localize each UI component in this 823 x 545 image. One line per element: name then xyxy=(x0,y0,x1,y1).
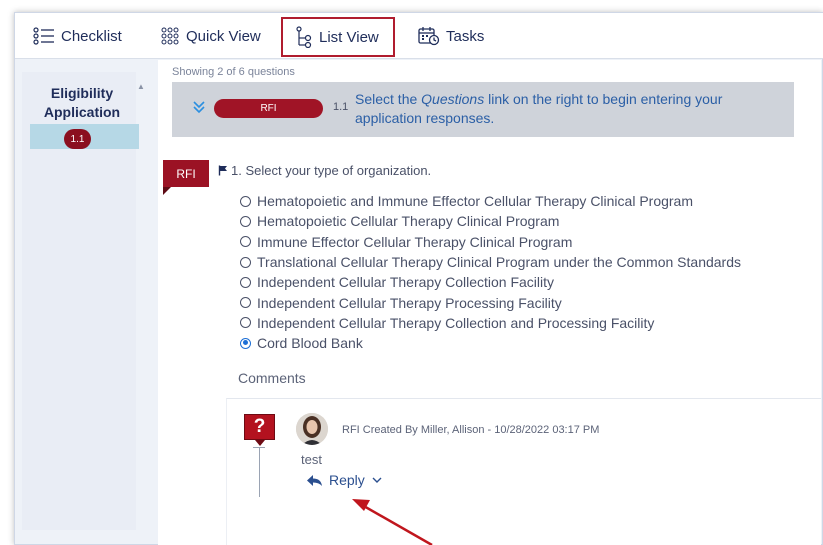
option-label: Independent Cellular Therapy Collection … xyxy=(257,274,555,291)
radio-unchecked-icon[interactable] xyxy=(240,297,251,309)
showing-count: Showing 2 of 6 questions xyxy=(172,66,295,78)
option-label: Translational Cellular Therapy Clinical … xyxy=(257,254,742,271)
option-label: Independent Cellular Therapy Processing … xyxy=(257,294,562,311)
reply-arrow-icon xyxy=(307,474,322,486)
radio-unchecked-icon[interactable] xyxy=(240,195,251,207)
tree-icon xyxy=(296,26,312,48)
avatar xyxy=(296,413,328,445)
banner-message-prefix: Select the xyxy=(355,91,422,107)
banner-number: 1.1 xyxy=(333,101,349,113)
tab-tasks[interactable]: Tasks xyxy=(418,13,484,59)
option-label: Immune Effector Cellular Therapy Clinica… xyxy=(257,233,573,250)
sidebar-scroll-up-icon[interactable]: ▲ xyxy=(137,82,145,91)
option-label: Cord Blood Bank xyxy=(257,335,363,352)
radio-unchecked-icon[interactable] xyxy=(240,215,251,227)
banner-message: Select the Questions link on the right t… xyxy=(355,90,775,128)
question-mark-icon: ? xyxy=(244,414,275,446)
tab-quick-view[interactable]: Quick View xyxy=(160,13,261,59)
option-radio[interactable]: Immune Effector Cellular Therapy Clinica… xyxy=(240,232,741,252)
organization-options: Hematopoietic and Immune Effector Cellul… xyxy=(240,191,741,353)
rfi-tag: RFI xyxy=(163,160,209,195)
thread-line xyxy=(259,447,260,497)
comment-text: test xyxy=(301,452,322,467)
option-label: Hematopoietic and Immune Effector Cellul… xyxy=(257,193,694,210)
tab-tasks-label: Tasks xyxy=(446,27,485,45)
grid-dots-icon xyxy=(161,27,179,45)
reply-button[interactable]: Reply xyxy=(306,472,388,488)
tab-quick-view-label: Quick View xyxy=(186,27,261,45)
view-tabbar: Checklist Quick View List View Tasks xyxy=(15,13,823,59)
option-radio[interactable]: Hematopoietic Cellular Therapy Clinical … xyxy=(240,211,741,231)
reply-label: Reply xyxy=(329,472,365,488)
option-radio[interactable]: Independent Cellular Therapy Processing … xyxy=(240,292,741,312)
comments-heading: Comments xyxy=(238,370,306,386)
calendar-tasks-icon xyxy=(418,27,440,46)
checklist-icon xyxy=(33,27,54,45)
option-label: Independent Cellular Therapy Collection … xyxy=(257,314,655,331)
questions-link[interactable]: Questions xyxy=(421,91,484,107)
question-label: 1. Select your type of organization. xyxy=(231,163,432,178)
question-text: 1. Select your type of organization. xyxy=(218,163,431,178)
tab-list-view[interactable]: List View xyxy=(281,17,395,57)
question-banner: RFI 1.1 Select the Questions link on the… xyxy=(172,82,794,137)
tab-checklist[interactable]: Checklist xyxy=(33,13,122,59)
radio-unchecked-icon[interactable] xyxy=(240,236,251,248)
radio-unchecked-icon[interactable] xyxy=(240,276,251,288)
radio-unchecked-icon[interactable] xyxy=(240,256,251,268)
radio-checked-icon[interactable] xyxy=(240,337,251,349)
option-radio[interactable]: Translational Cellular Therapy Clinical … xyxy=(240,252,741,272)
option-radio[interactable]: Hematopoietic and Immune Effector Cellul… xyxy=(240,191,741,211)
flag-icon[interactable] xyxy=(218,165,228,176)
chevron-double-down-icon[interactable] xyxy=(192,100,206,114)
rfi-pill: RFI xyxy=(214,99,323,118)
user-avatar-icon xyxy=(296,413,328,445)
option-radio[interactable]: Independent Cellular Therapy Collection … xyxy=(240,272,741,292)
tab-checklist-label: Checklist xyxy=(61,27,122,45)
sidebar-item-badge: 1.1 xyxy=(64,129,91,149)
comment-meta: RFI Created By Miller, Allison - 10/28/2… xyxy=(342,424,600,436)
tab-list-view-label: List View xyxy=(319,28,379,46)
radio-unchecked-icon[interactable] xyxy=(240,317,251,329)
option-label: Hematopoietic Cellular Therapy Clinical … xyxy=(257,213,560,230)
option-radio[interactable]: Independent Cellular Therapy Collection … xyxy=(240,313,741,333)
option-radio-selected[interactable]: Cord Blood Bank xyxy=(240,333,741,353)
chevron-down-icon[interactable] xyxy=(372,477,382,483)
sidebar-title: Eligibility Application xyxy=(43,85,121,120)
